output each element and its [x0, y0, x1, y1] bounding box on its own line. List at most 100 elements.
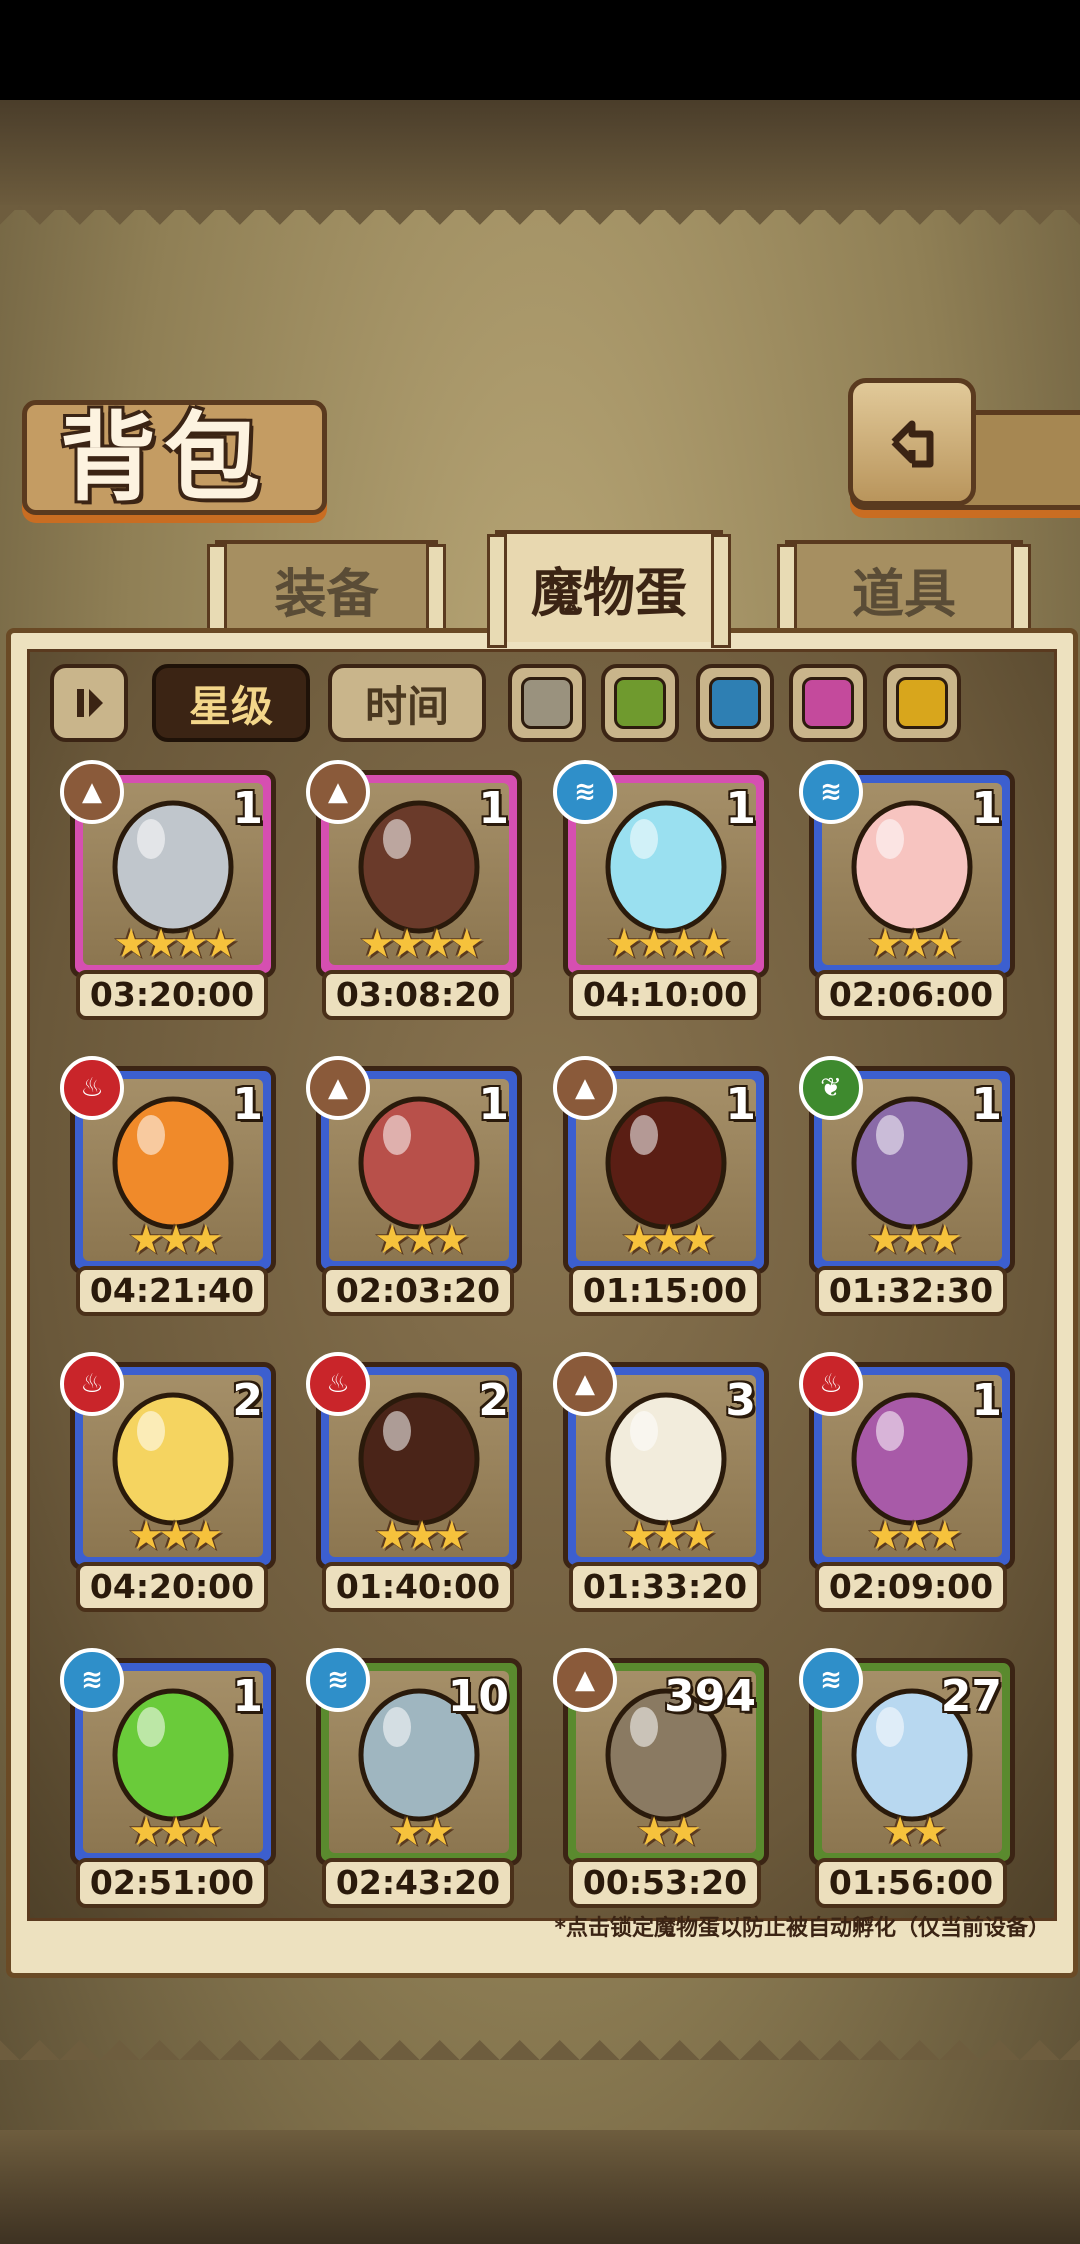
hatch-timer: 02:09:00 — [815, 1562, 1007, 1612]
egg-count: 1 — [232, 1671, 263, 1722]
mountain-icon: ▲ — [306, 760, 370, 824]
wave-icon: ≋ — [60, 1648, 124, 1712]
flame-icon: ♨ — [60, 1352, 124, 1416]
hatch-timer: 02:06:00 — [815, 970, 1007, 1020]
hatch-timer: 02:03:20 — [322, 1266, 514, 1316]
egg-count: 1 — [971, 1079, 1002, 1130]
hatch-timer: 04:20:00 — [76, 1562, 268, 1612]
egg-item[interactable]: 1 ★★★★ ≋ 04:10:00 — [553, 760, 769, 1020]
filter-color-gray[interactable] — [508, 664, 586, 742]
filter-color-gold[interactable] — [883, 664, 961, 742]
filter-color-pink[interactable] — [789, 664, 867, 742]
back-button[interactable] — [848, 378, 976, 506]
egg-count: 2 — [478, 1375, 509, 1426]
egg-item[interactable]: 27 ★★ ≋ 01:56:00 — [799, 1648, 1015, 1908]
star-rating: ★★★★ — [113, 921, 238, 967]
lock-hint-note: *点击锁定魔物蛋以防止被自动孵化（仅当前设备） — [554, 1916, 1050, 1941]
egg-item[interactable]: 1 ★★★ ▲ 02:03:20 — [306, 1056, 522, 1316]
status-bar — [0, 0, 1080, 100]
tab-monster-eggs[interactable]: 魔物蛋 — [487, 530, 731, 648]
flame-icon: ♨ — [60, 1056, 124, 1120]
egg-item[interactable]: 2 ★★★ ♨ 04:20:00 — [60, 1352, 276, 1612]
egg-item[interactable]: 10 ★★ ≋ 02:43:20 — [306, 1648, 522, 1908]
bottom-band — [0, 2130, 1080, 2244]
egg-item[interactable]: 1 ★★★★ ▲ 03:20:00 — [60, 760, 276, 1020]
color-swatch — [521, 677, 573, 729]
wave-icon: ≋ — [553, 760, 617, 824]
color-swatch — [896, 677, 948, 729]
sort-by-stars-button[interactable]: 星级 — [152, 664, 310, 742]
hatch-timer: 03:20:00 — [76, 970, 268, 1020]
star-rating: ★★★ — [867, 921, 963, 967]
egg-item[interactable]: 3 ★★★ ▲ 01:33:20 — [553, 1352, 769, 1612]
star-rating: ★★★ — [128, 1809, 224, 1855]
filter-color-blue[interactable] — [696, 664, 774, 742]
egg-count: 1 — [478, 783, 509, 834]
star-rating: ★★★★ — [359, 921, 484, 967]
star-rating: ★★★ — [128, 1513, 224, 1559]
egg-count: 1 — [232, 1079, 263, 1130]
star-rating: ★★★ — [621, 1513, 717, 1559]
top-zigzag-border — [0, 205, 1080, 245]
star-rating: ★★★ — [621, 1217, 717, 1263]
hatch-timer: 04:10:00 — [569, 970, 761, 1020]
egg-count: 1 — [725, 783, 756, 834]
hatch-timer: 01:40:00 — [322, 1562, 514, 1612]
top-band — [0, 100, 1080, 210]
hatch-timer: 03:08:20 — [322, 970, 514, 1020]
mountain-icon: ▲ — [306, 1056, 370, 1120]
hatch-timer: 04:21:40 — [76, 1266, 268, 1316]
color-swatch — [802, 677, 854, 729]
wave-icon: ≋ — [799, 1648, 863, 1712]
star-rating: ★★★ — [867, 1513, 963, 1559]
tab-equipment[interactable]: 装备 — [207, 540, 446, 640]
egg-count: 2 — [232, 1375, 263, 1426]
mountain-icon: ▲ — [553, 1352, 617, 1416]
egg-item[interactable]: 1 ★★★★ ▲ 03:08:20 — [306, 760, 522, 1020]
star-rating: ★★ — [636, 1809, 702, 1855]
star-rating: ★★★ — [867, 1217, 963, 1263]
filter-color-green[interactable] — [601, 664, 679, 742]
hatch-timer: 00:53:20 — [569, 1858, 761, 1908]
egg-item[interactable]: 1 ★★★ ▲ 01:15:00 — [553, 1056, 769, 1316]
egg-item[interactable]: 1 ★★★ ❦ 01:32:30 — [799, 1056, 1015, 1316]
hatch-timer: 01:33:20 — [569, 1562, 761, 1612]
pause-icon — [77, 689, 103, 717]
egg-count: 1 — [971, 1375, 1002, 1426]
mountain-icon: ▲ — [60, 760, 124, 824]
color-swatch — [614, 677, 666, 729]
star-rating: ★★★ — [374, 1217, 470, 1263]
egg-count: 1 — [478, 1079, 509, 1130]
leaf-icon: ❦ — [799, 1056, 863, 1120]
page-title: 背包 — [60, 402, 268, 514]
hatch-timer: 02:51:00 — [76, 1858, 268, 1908]
egg-item[interactable]: 1 ★★★ ♨ 04:21:40 — [60, 1056, 276, 1316]
hatch-timer: 01:15:00 — [569, 1266, 761, 1316]
flame-icon: ♨ — [799, 1352, 863, 1416]
egg-item[interactable]: 1 ★★★ ≋ 02:06:00 — [799, 760, 1015, 1020]
wave-icon: ≋ — [799, 760, 863, 824]
wave-icon: ≋ — [306, 1648, 370, 1712]
hatch-timer: 01:56:00 — [815, 1858, 1007, 1908]
egg-count: 394 — [664, 1671, 756, 1722]
hatch-timer: 02:43:20 — [322, 1858, 514, 1908]
egg-item[interactable]: 1 ★★★ ♨ 02:09:00 — [799, 1352, 1015, 1612]
mountain-icon: ▲ — [553, 1056, 617, 1120]
egg-count: 3 — [725, 1375, 756, 1426]
egg-count: 1 — [971, 783, 1002, 834]
star-rating: ★★★ — [374, 1513, 470, 1559]
star-rating: ★★★ — [128, 1217, 224, 1263]
egg-item[interactable]: 2 ★★★ ♨ 01:40:00 — [306, 1352, 522, 1612]
egg-count: 1 — [232, 783, 263, 834]
sort-by-time-button[interactable]: 时间 — [328, 664, 486, 742]
flame-icon: ♨ — [306, 1352, 370, 1416]
egg-item[interactable]: 394 ★★ ▲ 00:53:20 — [553, 1648, 769, 1908]
mountain-icon: ▲ — [553, 1648, 617, 1712]
back-arrow-icon — [891, 420, 934, 468]
star-rating: ★★ — [389, 1809, 455, 1855]
tab-items[interactable]: 道具 — [777, 540, 1031, 640]
egg-count: 1 — [725, 1079, 756, 1130]
egg-item[interactable]: 1 ★★★ ≋ 02:51:00 — [60, 1648, 276, 1908]
tab-label: 道具 — [851, 564, 956, 625]
pause-toggle-button[interactable] — [50, 664, 128, 742]
